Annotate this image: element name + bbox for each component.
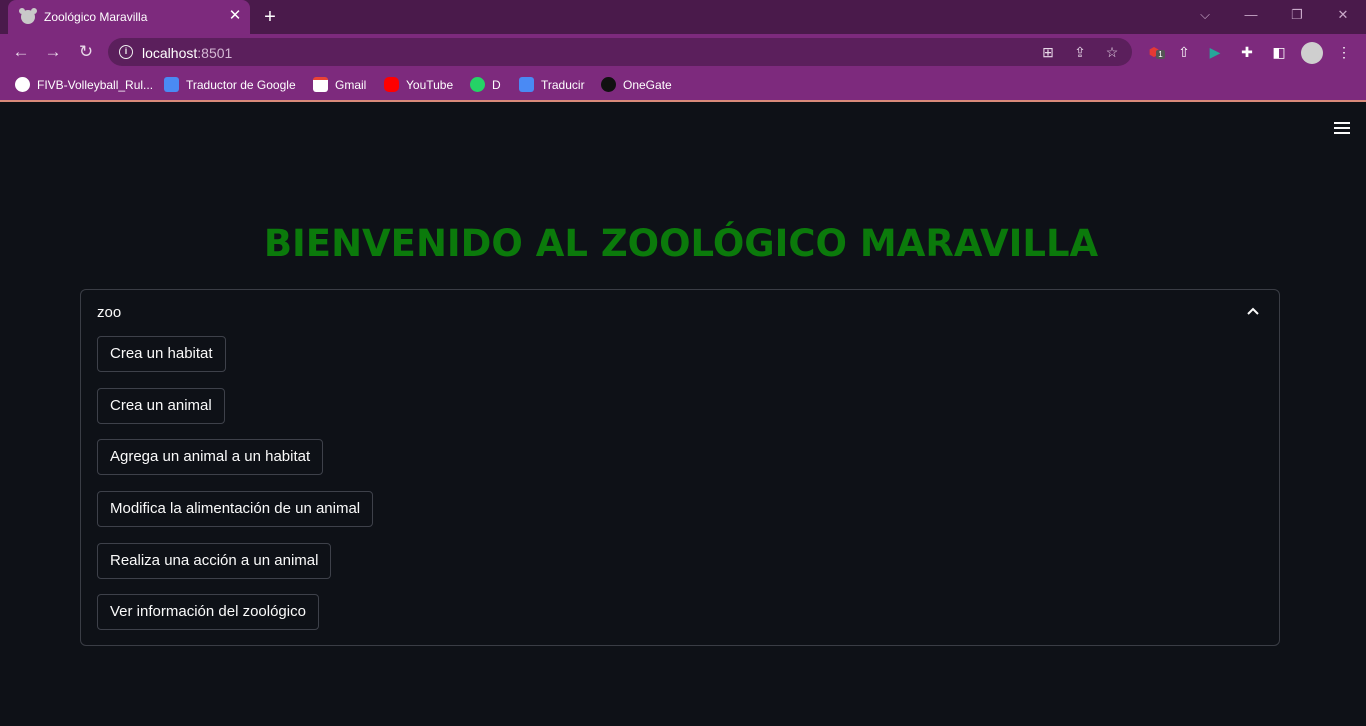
site-info-icon[interactable]: i — [119, 45, 133, 59]
modify-feeding-button[interactable]: Modifica la alimentación de un animal — [97, 491, 374, 527]
page-title: BIENVENIDO AL ZOOLÓGICO MARAVILLA — [263, 222, 1099, 265]
new-tab-button[interactable]: + — [259, 6, 281, 28]
upload-extension-icon[interactable]: ⇧ — [1174, 42, 1194, 62]
browser-menu-icon[interactable]: ⋮ — [1334, 42, 1354, 62]
create-animal-button[interactable]: Crea un animal — [97, 388, 225, 424]
onegate-icon — [601, 77, 616, 92]
play-extension-icon[interactable]: ▶ — [1205, 42, 1225, 62]
bookmark-star-icon[interactable]: ☆ — [1103, 43, 1121, 61]
minimize-icon[interactable]: — — [1240, 4, 1262, 26]
bookmark-gmail[interactable]: Gmail — [313, 77, 366, 93]
tab-close-icon[interactable]: ✕ — [226, 7, 244, 25]
koala-favicon-icon — [19, 8, 37, 24]
bookmark-label: FIVB-Volleyball_Rul... — [37, 78, 154, 92]
reload-icon[interactable]: ↻ — [74, 40, 98, 64]
extension-badge: 1 — [1156, 50, 1165, 59]
bookmark-youtube[interactable]: YouTube — [384, 77, 453, 93]
bookmark-d[interactable]: D — [470, 77, 501, 93]
bookmark-label: D — [492, 78, 501, 92]
ublock-extension-icon[interactable]: ⬢ 1 — [1144, 42, 1165, 62]
bookmark-traducir[interactable]: Traducir — [519, 77, 585, 93]
perform-action-button[interactable]: Realiza una acción a un animal — [97, 543, 332, 579]
restore-icon[interactable]: ❐ — [1286, 4, 1308, 26]
tab-search-icon[interactable]: ⌵ — [1194, 4, 1216, 26]
view-zoo-info-button[interactable]: Ver información del zoológico — [97, 594, 319, 630]
browser-tab-bar: Zoológico Maravilla ✕ + ⌵ — ❐ ✕ — [0, 0, 1366, 34]
profile-avatar[interactable] — [1301, 42, 1323, 64]
tab-title: Zoológico Maravilla — [44, 10, 148, 24]
bookmarks-bar: FIVB-Volleyball_Rul... Traductor de Goog… — [0, 69, 1366, 102]
close-window-icon[interactable]: ✕ — [1332, 4, 1354, 26]
create-habitat-button[interactable]: Crea un habitat — [97, 336, 226, 372]
bookmark-fivb[interactable]: FIVB-Volleyball_Rul... — [15, 77, 153, 93]
add-animal-to-habitat-button[interactable]: Agrega un animal a un habitat — [97, 439, 324, 475]
expander-label[interactable]: zoo — [97, 304, 121, 321]
app-page: BIENVENIDO AL ZOOLÓGICO MARAVILLA zoo Cr… — [0, 104, 1366, 726]
url-host: localhost — [142, 45, 198, 61]
google-translate-icon — [519, 77, 534, 92]
translate-icon[interactable]: ⊞ — [1039, 43, 1057, 61]
url-text: localhost:8501 — [142, 45, 232, 61]
url-port: :8501 — [197, 45, 233, 61]
address-bar[interactable]: i localhost:8501 ⊞ ⇪ ☆ — [108, 38, 1132, 66]
whatsapp-icon — [470, 77, 485, 92]
youtube-icon — [384, 77, 399, 92]
extensions-puzzle-icon[interactable]: ✚ — [1237, 42, 1257, 62]
bookmark-label: Traductor de Google — [186, 78, 296, 92]
globe-icon — [15, 77, 30, 92]
share-icon[interactable]: ⇪ — [1071, 43, 1089, 61]
hamburger-menu-icon[interactable] — [1334, 122, 1350, 134]
browser-tab[interactable]: Zoológico Maravilla ✕ — [8, 0, 250, 34]
bookmark-label: Traducir — [541, 78, 585, 92]
bookmark-label: OneGate — [623, 78, 672, 92]
bookmark-label: YouTube — [406, 78, 454, 92]
browser-toolbar: ← → ↻ i localhost:8501 ⊞ ⇪ ☆ ⬢ 1 ⇧ ▶ ✚ ◧ … — [0, 34, 1366, 69]
back-icon[interactable]: ← — [9, 40, 33, 64]
side-panel-icon[interactable]: ◧ — [1269, 42, 1289, 62]
forward-icon[interactable]: → — [41, 40, 65, 64]
bookmark-label: Gmail — [335, 78, 367, 92]
zoo-expander: zoo Crea un habitat Crea un animal Agreg… — [80, 289, 1280, 646]
bookmark-google-translate[interactable]: Traductor de Google — [164, 77, 296, 93]
google-translate-icon — [164, 77, 179, 92]
gmail-icon — [313, 77, 328, 92]
bookmark-onegate[interactable]: OneGate — [601, 77, 672, 93]
chevron-up-icon[interactable] — [1246, 304, 1260, 318]
